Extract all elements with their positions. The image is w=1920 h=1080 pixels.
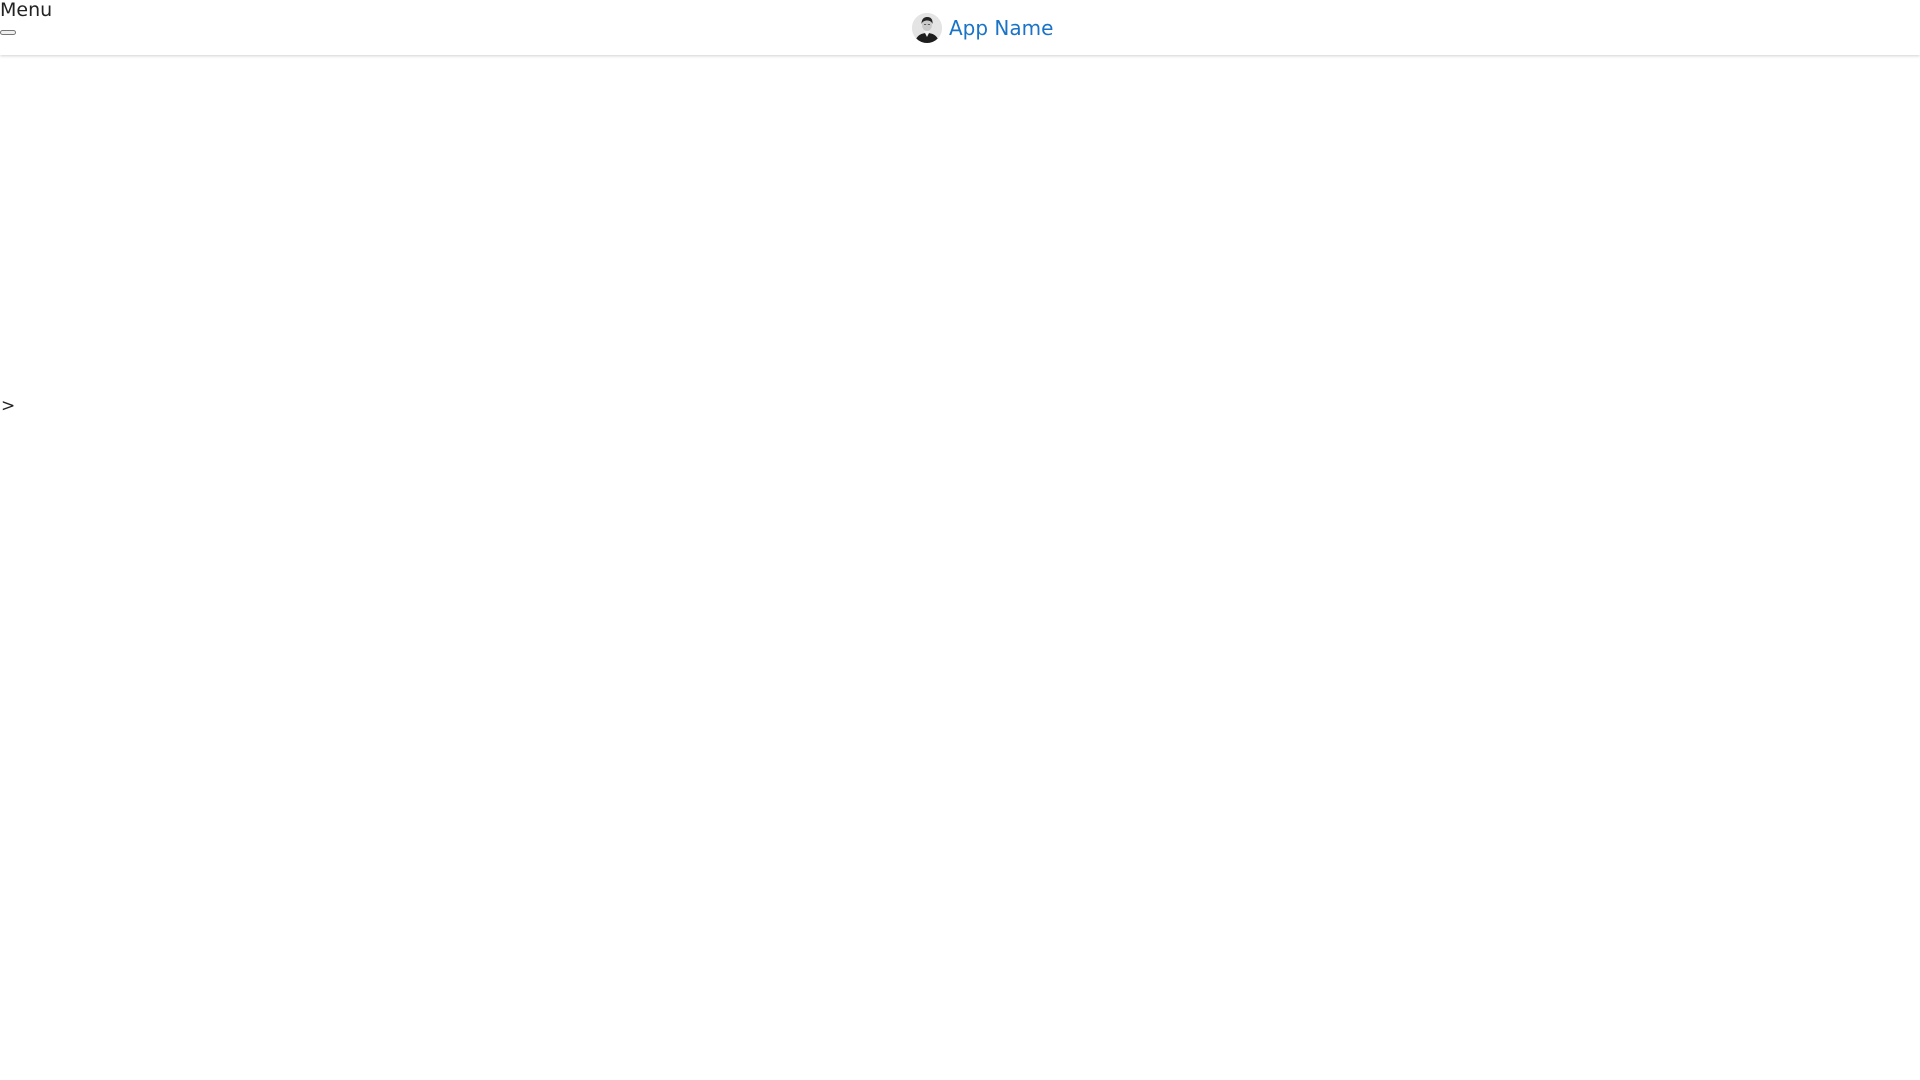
- menu-toggle-button[interactable]: [0, 30, 16, 35]
- main-content: [0, 56, 1920, 1080]
- menu-label: Menu: [0, 0, 53, 21]
- user-avatar-icon: [912, 12, 942, 43]
- top-app-bar: Menu App Name: [0, 0, 1920, 55]
- sidebar-expand-arrow-icon[interactable]: >: [1, 396, 15, 416]
- app-name: App Name: [949, 15, 1054, 40]
- brand-link[interactable]: App Name: [912, 12, 1053, 43]
